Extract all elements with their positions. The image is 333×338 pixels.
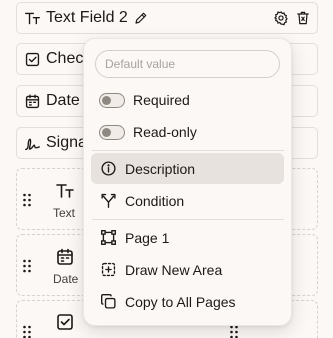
default-value-input[interactable]	[95, 50, 280, 78]
checkbox-icon	[24, 51, 41, 68]
toggle-switch[interactable]	[99, 92, 125, 108]
menu-divider	[92, 219, 284, 220]
field-row-label: Signa	[46, 134, 87, 151]
drag-handle-icon[interactable]	[22, 193, 32, 207]
menu-divider	[92, 150, 284, 151]
settings-gear-icon[interactable]	[273, 10, 289, 26]
required-toggle[interactable]: Required	[99, 92, 190, 108]
menu-item-copy-to-all-pages[interactable]: Copy to All Pages	[91, 286, 284, 317]
toggle-label: Read-only	[133, 124, 197, 140]
text-type-icon[interactable]	[55, 181, 75, 201]
field-settings-menu: Required Read-only Description Condition	[83, 38, 292, 326]
toggle-switch[interactable]	[99, 124, 125, 140]
menu-item-label: Condition	[125, 192, 185, 209]
text-type-icon	[24, 10, 41, 27]
menu-item-label: Description	[125, 160, 196, 177]
palette-label-text: Text	[53, 206, 76, 220]
dashed-plus-square-icon	[100, 261, 117, 278]
menu-item-page[interactable]: Page 1	[91, 222, 284, 253]
calendar-icon[interactable]	[55, 247, 75, 267]
drag-handle-icon[interactable]	[229, 325, 239, 338]
read-only-toggle[interactable]: Read-only	[99, 124, 197, 140]
menu-item-description[interactable]: Description	[91, 153, 284, 184]
menu-item-condition[interactable]: Condition	[91, 185, 284, 216]
active-field-row[interactable]: Text Field 2	[16, 2, 318, 34]
calendar-icon	[24, 93, 41, 110]
drag-handle-icon[interactable]	[22, 325, 32, 338]
checkbox-icon[interactable]	[55, 312, 75, 332]
signature-icon	[24, 135, 41, 152]
menu-item-label: Page 1	[125, 229, 170, 246]
split-arrows-icon	[100, 192, 117, 209]
field-row-label: Date	[46, 92, 80, 109]
menu-item-label: Copy to All Pages	[125, 293, 236, 310]
field-title: Text Field 2	[46, 9, 128, 26]
field-row-label: Chec	[46, 50, 84, 67]
menu-item-draw-new-area[interactable]: Draw New Area	[91, 254, 284, 285]
toggle-label: Required	[133, 92, 190, 108]
menu-item-label: Draw New Area	[125, 261, 223, 278]
info-icon	[100, 160, 117, 177]
palette-label-date: Date	[53, 272, 79, 286]
pencil-icon[interactable]	[133, 11, 148, 26]
frame-corners-icon	[100, 229, 117, 246]
copy-icon	[100, 293, 117, 310]
trash-icon[interactable]	[295, 10, 311, 26]
drag-handle-icon[interactable]	[22, 259, 32, 273]
